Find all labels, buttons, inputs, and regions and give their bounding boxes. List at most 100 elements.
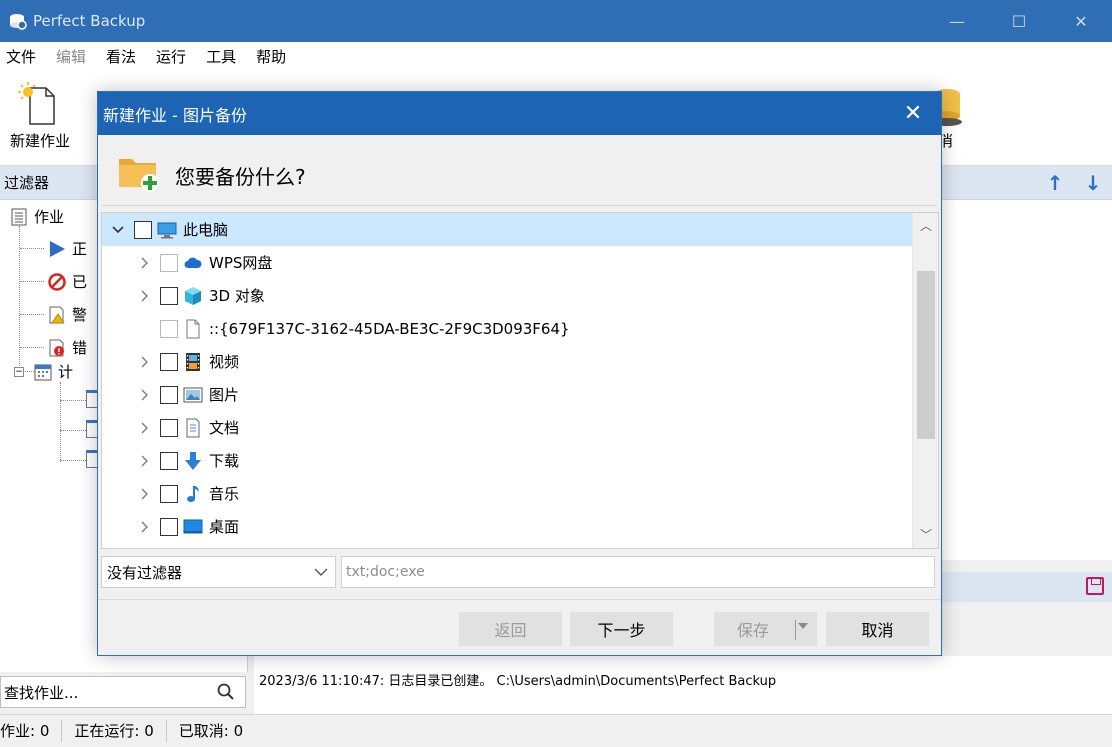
tree-node-row[interactable]: 文档 — [102, 411, 912, 444]
filter-select-value: 没有过滤器 — [107, 563, 183, 582]
move-up-icon[interactable]: ↑ — [1044, 172, 1066, 194]
scrollbar-thumb[interactable] — [917, 271, 935, 439]
collapse-toggle-icon[interactable]: − — [14, 366, 24, 377]
menu-edit[interactable]: 编辑 — [50, 46, 94, 67]
tree-node-row[interactable]: 图片 — [102, 378, 912, 411]
tree-node-checkbox[interactable] — [160, 418, 178, 437]
tree-cancelled-label: 已 — [72, 273, 88, 291]
download-icon — [183, 451, 203, 471]
chevron-right-icon[interactable] — [136, 420, 152, 436]
cloud-icon — [183, 253, 203, 273]
save-dropdown-icon[interactable] — [798, 623, 808, 629]
chevron-down-icon[interactable] — [110, 222, 126, 238]
back-button[interactable]: 返回 — [459, 612, 562, 646]
desktop-icon — [183, 517, 203, 537]
tree-node-checkbox[interactable] — [160, 319, 178, 338]
cancel-button[interactable]: 取消 — [826, 612, 929, 646]
save-log-icon[interactable] — [1086, 577, 1104, 595]
tree-node-row[interactable]: 此电脑 — [102, 213, 912, 246]
tree-node-checkbox[interactable] — [160, 352, 178, 371]
tree-node-checkbox[interactable] — [160, 451, 178, 470]
calendar-icon — [34, 363, 52, 381]
status-cancelled: 已取消: 0 — [178, 722, 244, 740]
tree-node-row[interactable]: WPS网盘 — [102, 246, 912, 279]
save-split-button[interactable]: 保存 — [714, 612, 817, 646]
tree-node-label: ::{679F137C-3162-45DA-BE3C-2F9C3D093F64} — [209, 319, 570, 338]
tree-node-checkbox[interactable] — [134, 220, 152, 239]
tree-node-label: 视频 — [209, 353, 240, 371]
maximize-button[interactable]: ☐ — [988, 0, 1050, 42]
dialog-header: 您要备份什么? — [98, 135, 941, 207]
minimize-button[interactable]: — — [926, 0, 988, 42]
tree-node-checkbox[interactable] — [160, 253, 178, 272]
menu-bar: 文件 编辑 看法 运行 工具 帮助 — [0, 42, 1112, 70]
status-jobs: 作业: 0 — [0, 720, 63, 742]
tree-node-row[interactable]: 视频 — [102, 345, 912, 378]
tree-node-row[interactable]: 下载 — [102, 444, 912, 477]
chevron-right-icon[interactable] — [136, 453, 152, 469]
tree-node-checkbox[interactable] — [160, 385, 178, 404]
tree-running-label: 正 — [72, 240, 88, 258]
dialog-close-button[interactable]: ✕ — [899, 100, 927, 128]
scroll-up-icon[interactable]: ︿ — [913, 215, 938, 237]
tree-node-row[interactable]: ::{679F137C-3162-45DA-BE3C-2F9C3D093F64} — [102, 312, 912, 345]
tree-node-checkbox[interactable] — [160, 517, 178, 536]
tree-schedule[interactable]: − 计 — [14, 361, 73, 382]
filter-select[interactable]: 没有过滤器 — [101, 556, 336, 588]
next-button[interactable]: 下一步 — [570, 612, 673, 646]
tree-node-label: 桌面 — [209, 518, 240, 536]
prohibited-icon — [48, 272, 66, 291]
dialog-question: 您要备份什么? — [175, 165, 306, 189]
right-panel-header: ↑ ↓ — [940, 166, 1112, 200]
search-icon[interactable] — [217, 683, 235, 701]
move-down-icon[interactable]: ↓ — [1082, 172, 1104, 194]
chevron-right-icon[interactable] — [136, 519, 152, 535]
tree-errors[interactable]: 错 — [48, 337, 87, 358]
tree-scrollbar[interactable]: ︿ ﹀ — [912, 213, 938, 548]
menu-file[interactable]: 文件 — [0, 46, 44, 67]
picture-icon — [183, 385, 203, 405]
tree-node-label: 3D 对象 — [209, 287, 265, 305]
chevron-right-icon[interactable] — [136, 288, 152, 304]
tree-node-label: 此电脑 — [183, 221, 229, 239]
menu-run[interactable]: 运行 — [150, 46, 194, 67]
new-job-button[interactable]: 新建作业 — [0, 80, 80, 151]
tree-node-row[interactable]: 3D 对象 — [102, 279, 912, 312]
source-tree: 此电脑WPS网盘3D 对象::{679F137C-3162-45DA-BE3C-… — [101, 212, 939, 549]
cube-icon — [183, 286, 203, 306]
tree-node-row[interactable]: 音乐 — [102, 477, 912, 510]
folder-add-icon — [118, 153, 160, 193]
tree-node-checkbox[interactable] — [160, 484, 178, 503]
error-icon — [48, 339, 66, 357]
tree-node-label: 音乐 — [209, 485, 240, 503]
close-button[interactable]: ✕ — [1050, 0, 1112, 42]
window-title: Perfect Backup — [33, 12, 146, 30]
save-button-label: 保存 — [737, 621, 770, 640]
tree-node-label: 下载 — [209, 452, 240, 470]
new-job-label: 新建作业 — [9, 132, 70, 150]
tree-jobs-root[interactable]: 作业 — [10, 206, 64, 227]
log-line: 2023/3/6 11:10:47: 日志目录已创建。 C:\Users\adm… — [259, 674, 777, 689]
tree-node-label: WPS网盘 — [209, 254, 273, 272]
list-icon — [10, 208, 28, 226]
tree-warnings[interactable]: 警 — [48, 304, 87, 325]
job-search-input[interactable]: 查找作业... — [0, 676, 246, 708]
music-icon — [183, 484, 203, 504]
tree-node-row[interactable]: 桌面 — [102, 510, 912, 543]
menu-view[interactable]: 看法 — [100, 46, 144, 67]
status-bar: 作业: 0 正在运行: 0 已取消: 0 — [0, 714, 1112, 747]
document-icon — [183, 418, 203, 438]
menu-tools[interactable]: 工具 — [200, 46, 244, 67]
chevron-right-icon[interactable] — [136, 354, 152, 370]
scroll-down-icon[interactable]: ﹀ — [913, 524, 938, 546]
tree-running[interactable]: 正 — [48, 238, 87, 259]
chevron-right-icon[interactable] — [136, 255, 152, 271]
tree-cancelled[interactable]: 已 — [48, 271, 87, 292]
chevron-right-icon[interactable] — [136, 486, 152, 502]
chevron-right-icon[interactable] — [136, 387, 152, 403]
tree-errors-label: 错 — [72, 339, 88, 357]
tree-node-checkbox[interactable] — [160, 286, 178, 305]
filter-extensions-input[interactable] — [341, 556, 935, 588]
tree-warnings-label: 警 — [72, 306, 88, 324]
menu-help[interactable]: 帮助 — [250, 46, 294, 67]
